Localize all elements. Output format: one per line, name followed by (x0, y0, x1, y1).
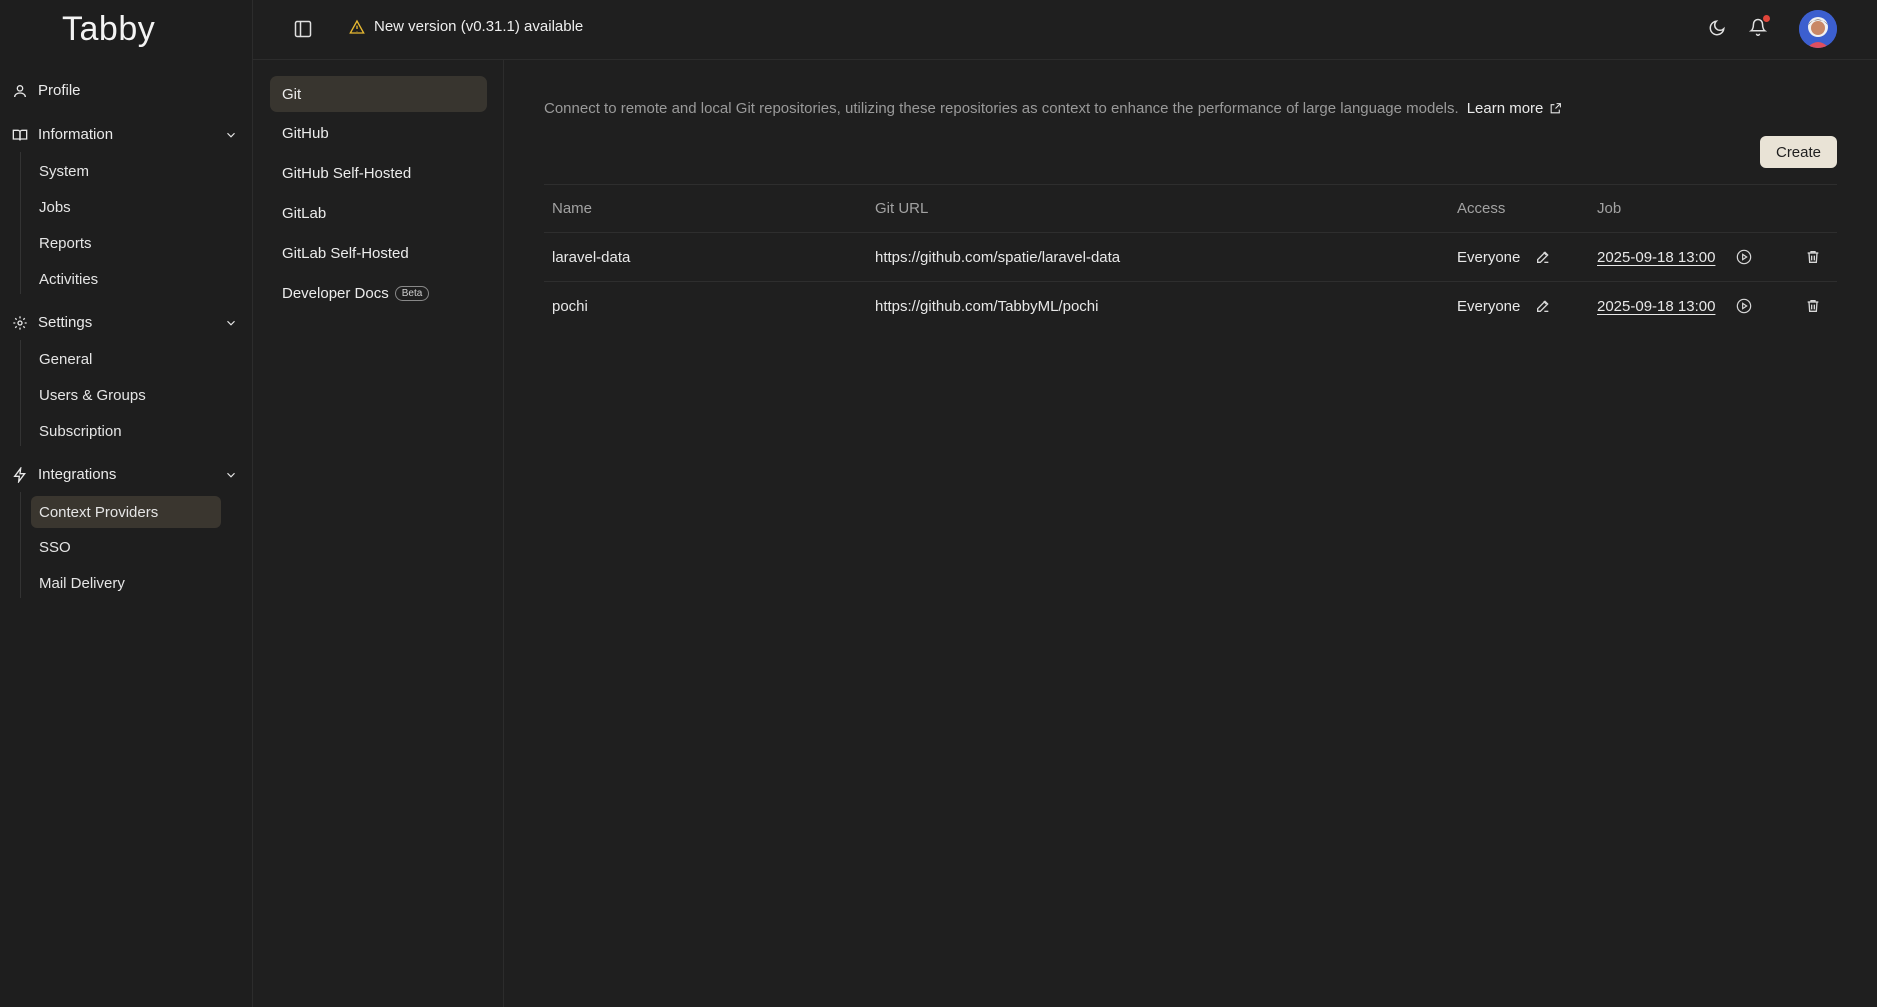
provider-tab-github[interactable]: GitHub (270, 115, 487, 151)
provider-tab-git[interactable]: Git (270, 76, 487, 112)
avatar[interactable] (1799, 10, 1837, 48)
edit-access-button[interactable] (1535, 282, 1551, 330)
chevron-down-icon (227, 320, 235, 326)
provider-tab-developer-docs[interactable]: Developer Docs Beta (270, 275, 487, 311)
sidebar-item-users-groups[interactable]: Users & Groups (31, 379, 221, 411)
play-circle-icon (1736, 249, 1752, 265)
sub-nav-line (20, 340, 21, 446)
sidebar-group-settings[interactable]: Settings (12, 314, 238, 331)
gear-icon (13, 315, 27, 330)
external-link-icon (1551, 103, 1562, 114)
sidebar-item-reports[interactable]: Reports (31, 227, 221, 259)
update-notice[interactable]: New version (v0.31.1) available (349, 18, 583, 35)
avatar-image (1799, 10, 1837, 48)
job-timestamp-link[interactable]: 2025-09-18 13:00 (1597, 282, 1715, 330)
play-circle-icon (1736, 298, 1752, 314)
run-job-button[interactable] (1736, 282, 1752, 330)
sidebar-item-system[interactable]: System (31, 155, 221, 187)
sidebar: Tabby Profile Information System Jobs Re… (0, 0, 253, 1007)
delete-button[interactable] (1805, 233, 1821, 281)
column-header-job: Job (1597, 200, 1622, 217)
sidebar-item-general[interactable]: General (31, 343, 221, 375)
repo-access: Everyone (1457, 297, 1521, 315)
sidebar-item-sso[interactable]: SSO (31, 531, 221, 563)
user-icon (14, 84, 26, 97)
repo-url: https://github.com/spatie/laravel-data (875, 248, 1121, 266)
notification-dot (1763, 15, 1770, 22)
delete-button[interactable] (1805, 282, 1821, 330)
repo-name: pochi (552, 297, 588, 315)
top-bar: New version (v0.31.1) available (253, 0, 1877, 60)
chevron-down-icon (227, 132, 235, 138)
sidebar-item-label: Profile (38, 82, 81, 99)
table-header: Name Git URL Access Job (544, 184, 1837, 232)
repo-url: https://github.com/TabbyML/pochi (875, 297, 1099, 315)
sidebar-group-label: Settings (38, 314, 93, 331)
book-icon (12, 129, 28, 140)
provider-tab-gitlab-self-hosted[interactable]: GitLab Self-Hosted (270, 235, 487, 271)
column-header-name: Name (552, 200, 593, 217)
repositories-table: Name Git URL Access Job laravel-data htt… (544, 184, 1837, 330)
job-timestamp-link[interactable]: 2025-09-18 13:00 (1597, 233, 1715, 281)
sidebar-item-jobs[interactable]: Jobs (31, 191, 221, 223)
trash-icon (1807, 251, 1819, 263)
page-description: Connect to remote and local Git reposito… (544, 100, 1562, 117)
beta-badge: Beta (394, 285, 430, 301)
update-notice-text: New version (v0.31.1) available (374, 18, 584, 35)
sidebar-group-label: Information (38, 126, 114, 143)
sidebar-item-mail-delivery[interactable]: Mail Delivery (31, 567, 221, 599)
warning-icon (349, 19, 365, 34)
edit-icon (1537, 300, 1549, 312)
sidebar-item-context-providers[interactable]: Context Providers (31, 496, 221, 528)
repo-access: Everyone (1457, 248, 1521, 266)
lightning-icon (13, 466, 26, 483)
sidebar-group-information[interactable]: Information (12, 126, 238, 143)
sidebar-group-label: Integrations (38, 466, 117, 483)
chevron-down-icon (227, 472, 235, 478)
sub-nav-line (20, 152, 21, 294)
trash-icon (1807, 300, 1819, 312)
moon-icon[interactable] (1708, 19, 1726, 37)
column-header-access: Access (1457, 200, 1506, 217)
table-row: laravel-data https://github.com/spatie/l… (544, 232, 1837, 281)
provider-tab-gitlab[interactable]: GitLab (270, 195, 487, 231)
app-logo[interactable]: Tabby (62, 10, 155, 49)
table-row: pochi https://github.com/TabbyML/pochi E… (544, 281, 1837, 330)
sidebar-item-profile[interactable]: Profile (12, 82, 81, 99)
column-header-git-url: Git URL (875, 200, 929, 217)
create-button[interactable]: Create (1760, 136, 1837, 168)
learn-more-label: Learn more (1466, 100, 1544, 117)
sidebar-item-subscription[interactable]: Subscription (31, 415, 221, 447)
sidebar-group-integrations[interactable]: Integrations (12, 466, 238, 483)
provider-tab-github-self-hosted[interactable]: GitHub Self-Hosted (270, 155, 487, 191)
edit-access-button[interactable] (1535, 233, 1551, 281)
sidebar-toggle-icon[interactable] (293, 19, 313, 39)
learn-more-link[interactable]: Learn more (1467, 100, 1563, 117)
description-text: Connect to remote and local Git reposito… (544, 100, 1459, 117)
sidebar-item-activities[interactable]: Activities (31, 263, 221, 295)
provider-tab-label: Developer Docs (282, 284, 389, 302)
provider-nav: Git GitHub GitHub Self-Hosted GitLab Git… (253, 60, 504, 1007)
edit-icon (1537, 251, 1549, 263)
sub-nav-line (20, 492, 21, 598)
repo-name: laravel-data (552, 248, 631, 266)
run-job-button[interactable] (1736, 233, 1752, 281)
